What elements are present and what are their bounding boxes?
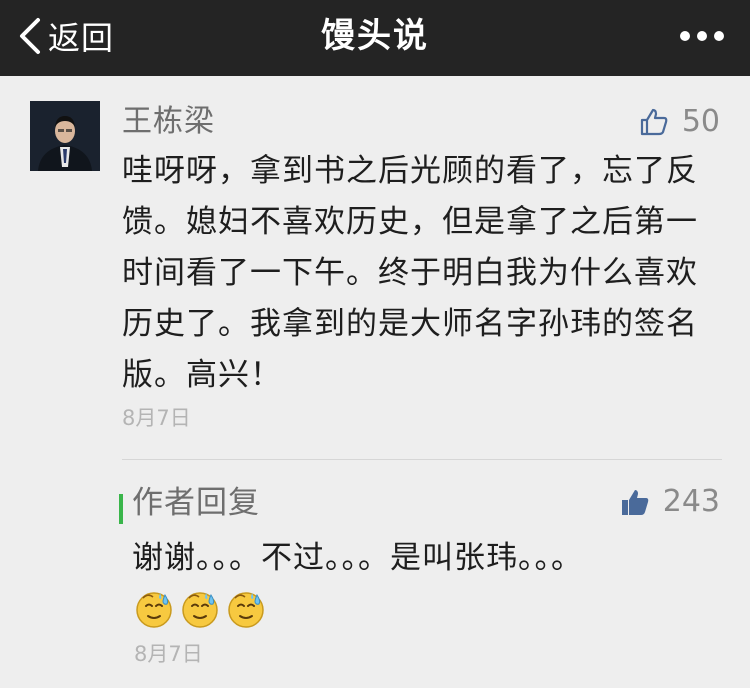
- avatar[interactable]: [30, 101, 100, 171]
- author-reply-label: 作者回复: [132, 485, 260, 521]
- thumbs-up-filled-icon: [621, 490, 648, 515]
- reply-text: 谢谢。。。不过。。。是叫张玮。。。: [132, 540, 583, 576]
- reply-date: 8月7日: [134, 642, 203, 666]
- comment-date: 8月7日: [122, 406, 191, 430]
- divider: [122, 459, 722, 460]
- reply-accent-bar: [119, 494, 123, 524]
- comment-text: 哇呀呀，拿到书之后光顾的看了，忘了反馈。媳妇不喜欢历史，但是拿了之后第一时间看了…: [122, 153, 698, 393]
- reply-like-button[interactable]: 243: [619, 482, 720, 522]
- reply-like-count: 243: [662, 484, 720, 519]
- sweat-emoji-icon: [226, 589, 266, 629]
- navbar: 返回 馒头说: [0, 0, 750, 76]
- comment-username[interactable]: 王栋梁: [122, 102, 215, 142]
- more-dots-icon[interactable]: [680, 24, 724, 48]
- like-count: 50: [681, 104, 720, 139]
- emoji-row: [134, 589, 272, 629]
- like-button[interactable]: 50: [638, 102, 720, 142]
- sweat-emoji-icon: [180, 589, 220, 629]
- comment-card: 王栋梁 50 哇呀呀，拿到书之后光顾的看了，忘了反馈。媳妇不喜欢历史，但是拿了之…: [0, 76, 750, 688]
- thumbs-up-outline-icon: [640, 108, 668, 136]
- sweat-emoji-icon: [134, 589, 174, 629]
- page-title: 馒头说: [321, 16, 429, 56]
